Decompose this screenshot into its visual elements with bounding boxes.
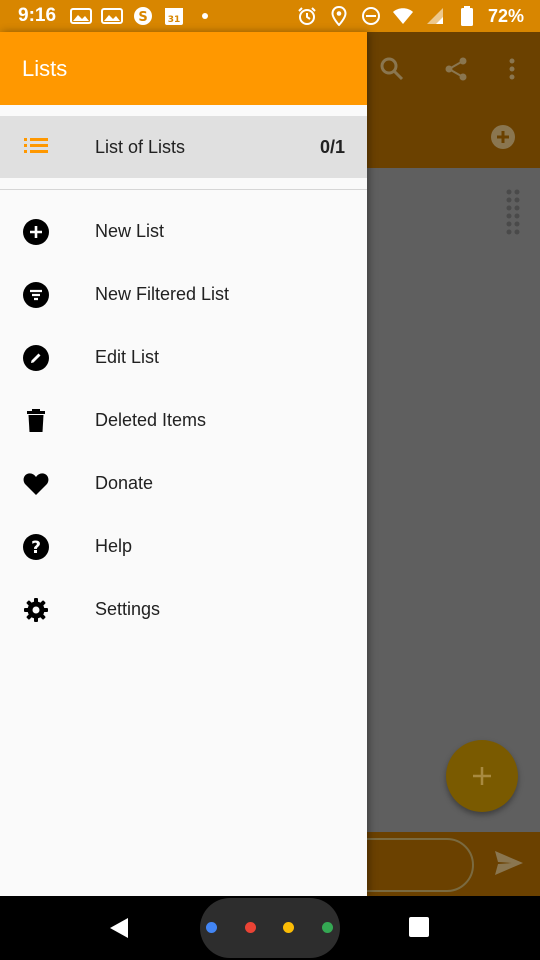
menu-item-label: New Filtered List (95, 284, 230, 304)
photo-icon (70, 7, 93, 25)
drawer-header: Lists (0, 32, 367, 105)
dot-icon (245, 922, 256, 933)
back-icon[interactable] (108, 916, 130, 945)
calendar-icon: 31 (163, 7, 185, 25)
selected-list-label: List of Lists (95, 136, 186, 157)
navigation-drawer: Lists List of Lists 0/1 New List New Fil… (0, 32, 367, 896)
menu-item-donate[interactable]: Donate (0, 452, 367, 515)
location-icon (328, 6, 350, 26)
alarm-icon (296, 7, 318, 25)
status-time: 9:16 (18, 5, 57, 26)
wifi-icon (392, 7, 414, 25)
dot-icon (206, 922, 217, 933)
menu-item-new-filtered-list[interactable]: New Filtered List (0, 263, 367, 326)
skype-icon: S (132, 7, 154, 25)
system-nav-bar (0, 896, 540, 960)
add-item-fab (446, 740, 518, 812)
menu-item-label: Edit List (95, 347, 160, 367)
signal-icon (424, 7, 446, 25)
send-icon (494, 850, 524, 881)
menu-item-deleted-items[interactable]: Deleted Items (0, 389, 367, 452)
divider (0, 189, 367, 190)
dot-icon (194, 7, 216, 25)
drag-handle-icon (505, 188, 521, 241)
add-circle-icon (490, 124, 516, 150)
menu-item-label: Deleted Items (95, 410, 207, 430)
menu-item-label: Help (95, 536, 133, 556)
dot-icon (283, 922, 294, 933)
photo-icon (101, 7, 124, 25)
share-icon (443, 56, 469, 82)
heart-icon (23, 471, 49, 497)
menu-item-label: New List (95, 221, 165, 241)
settings-icon (23, 597, 49, 623)
dnd-icon (360, 7, 382, 25)
menu-item-label: Settings (95, 599, 161, 619)
search-icon (379, 56, 405, 82)
menu-item-edit-list[interactable]: Edit List (0, 326, 367, 389)
drawer-title: Lists (22, 55, 68, 81)
selected-list-count: 0/1 (319, 136, 345, 157)
dot-icon (322, 922, 333, 933)
menu-item-label: Donate (95, 473, 154, 493)
more-vert-icon (499, 56, 525, 82)
battery-icon (456, 6, 478, 26)
menu-item-help[interactable]: ? Help (0, 515, 367, 578)
selected-list-row[interactable]: List of Lists 0/1 (0, 116, 367, 178)
menu-item-new-list[interactable]: New List (0, 200, 367, 263)
recents-button[interactable] (409, 917, 429, 937)
home-button[interactable] (200, 898, 340, 958)
filter-icon (23, 282, 49, 308)
svg-text:S: S (138, 10, 147, 25)
drawer-menu: New List New Filtered List Edit List Del… (0, 200, 367, 641)
menu-item-settings[interactable]: Settings (0, 578, 367, 641)
edit-icon (23, 345, 49, 371)
trash-icon (23, 408, 49, 434)
help-icon: ? (23, 534, 49, 560)
svg-text:?: ? (31, 538, 41, 558)
battery-percentage: 72% (487, 5, 524, 26)
add-circle-icon (23, 219, 49, 245)
status-bar: 9:16 S 31 72% (0, 0, 540, 32)
list-icon (24, 137, 50, 160)
svg-text:31: 31 (168, 15, 181, 25)
